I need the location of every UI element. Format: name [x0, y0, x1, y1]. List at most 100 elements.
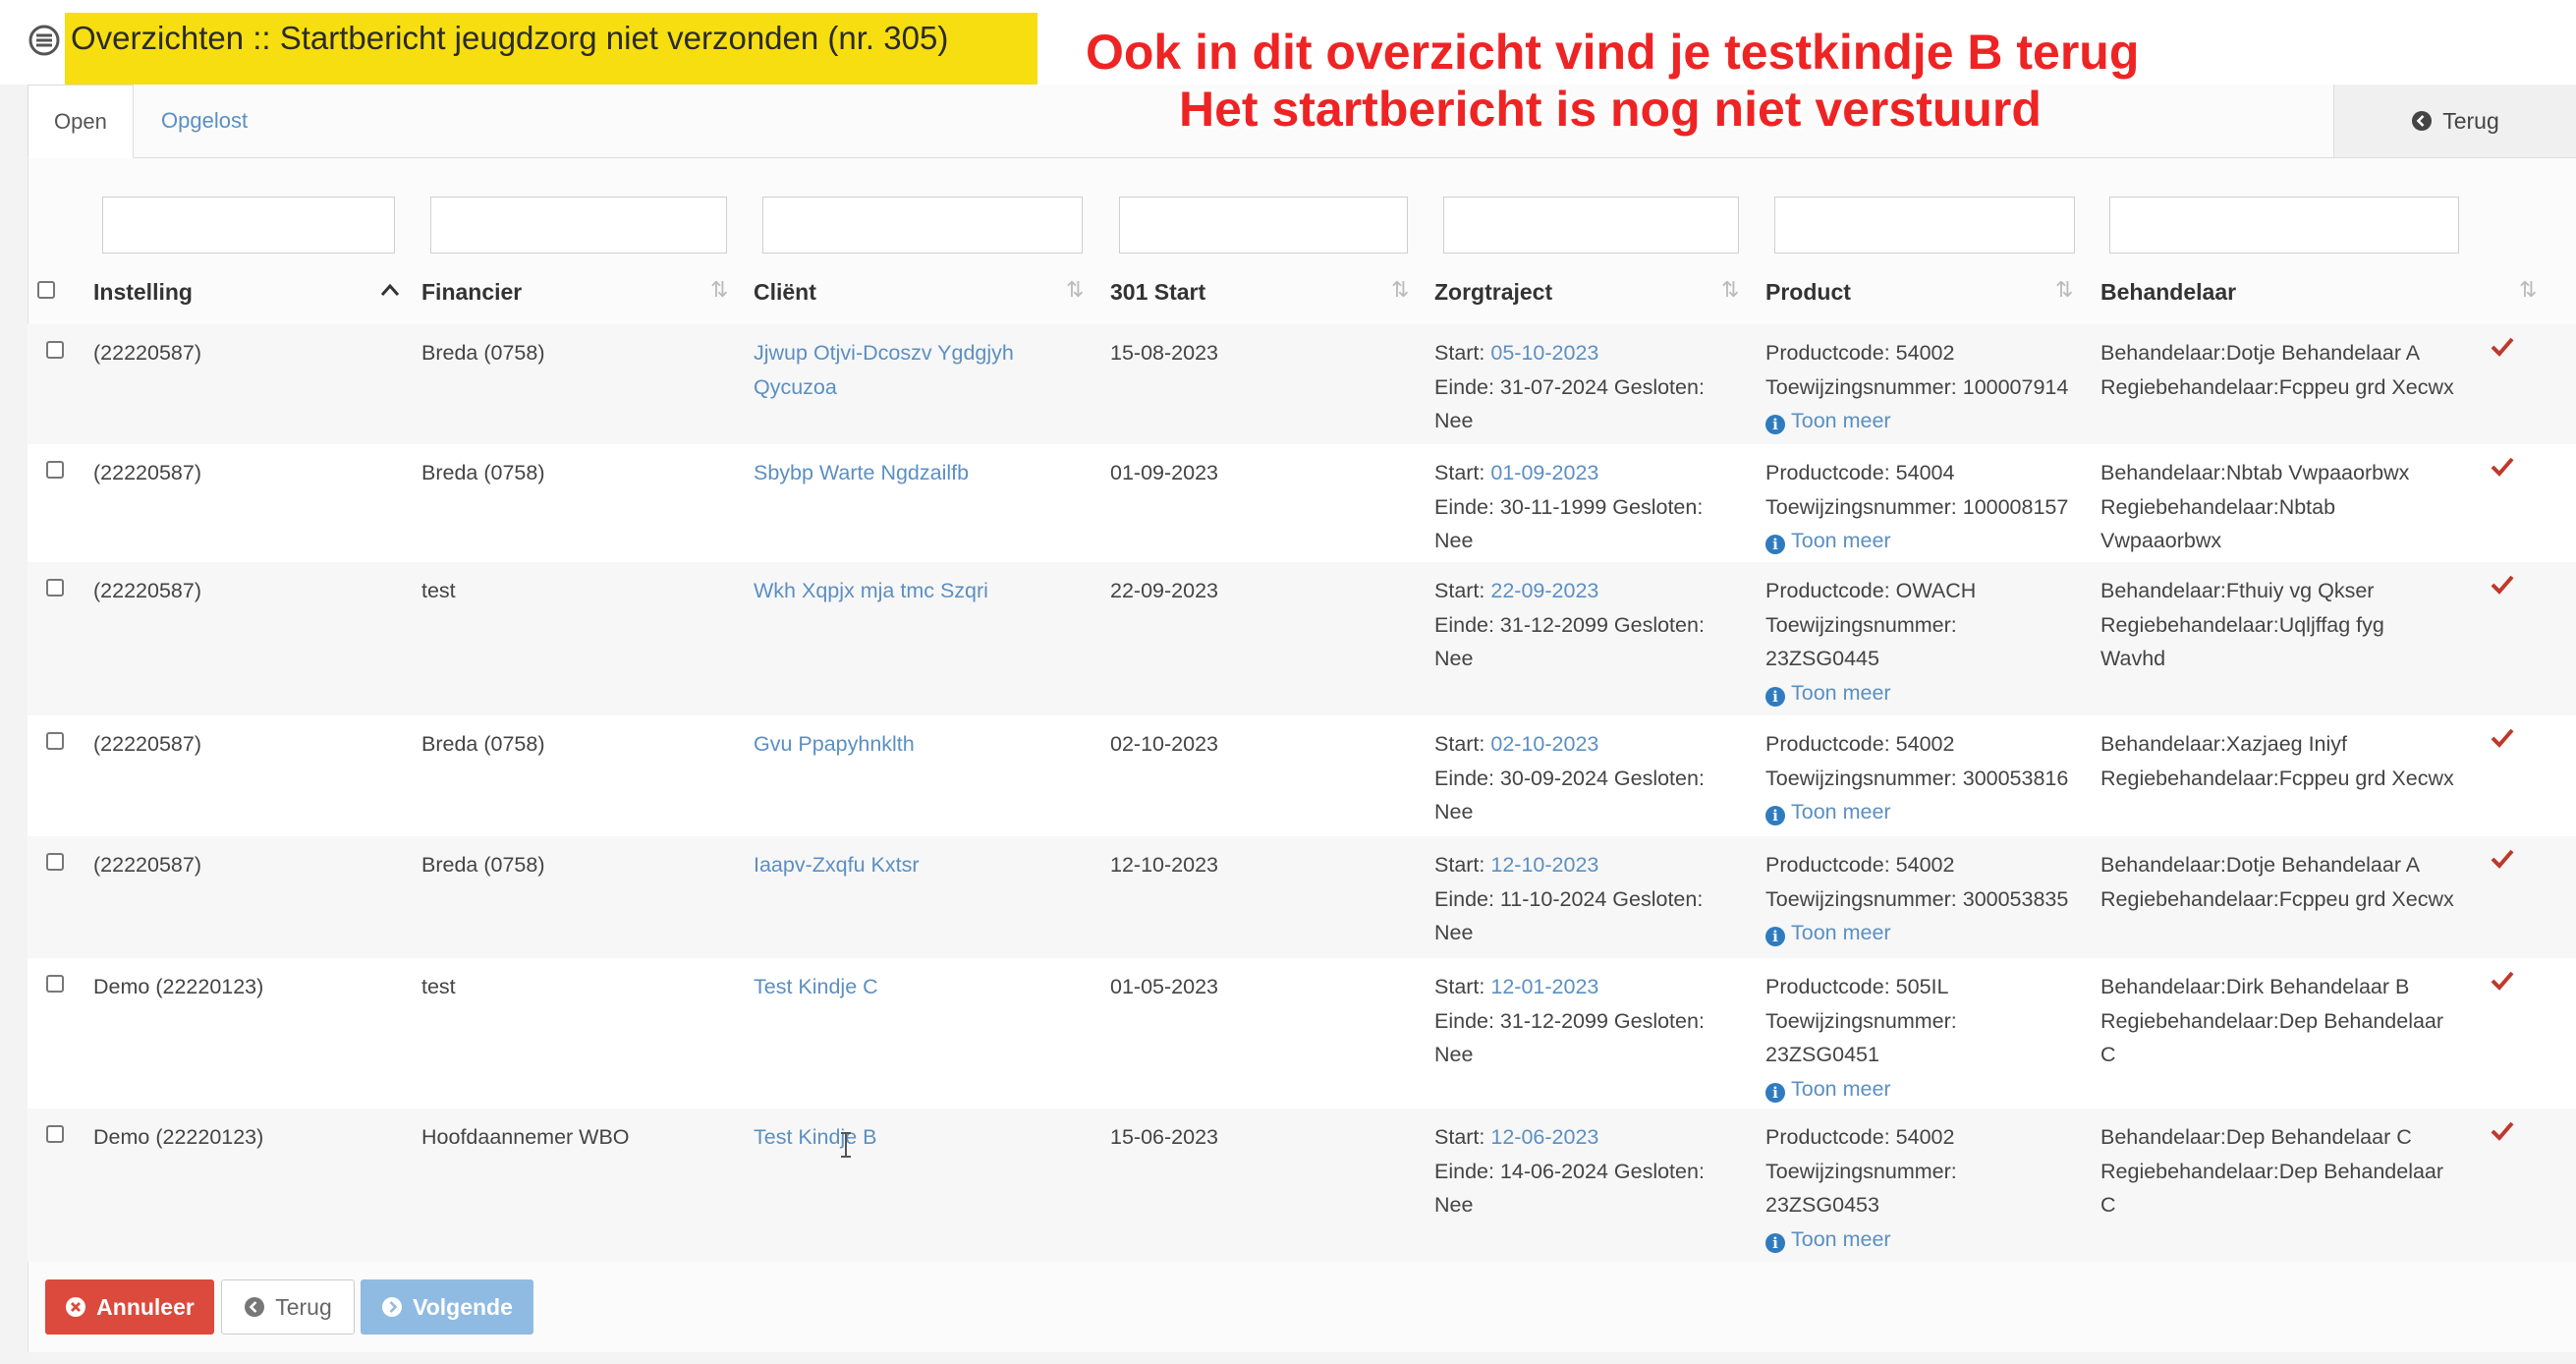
product-line: Productcode: 505IL	[1765, 975, 1949, 998]
cell-301-start: 15-06-2023	[1110, 1125, 1218, 1149]
col-301-start[interactable]: 301 Start	[1110, 279, 1205, 306]
product-line: Productcode: OWACH	[1765, 579, 1977, 602]
cell-client: Test Kindje C	[754, 970, 878, 1004]
info-icon: i	[1765, 1082, 1785, 1103]
cell-zorgtraject: Start: 12-06-2023 Einde: 14-06-2024 Geslo…	[1434, 1120, 1705, 1222]
toon-meer-link[interactable]: i Toon meer	[1765, 1072, 1957, 1107]
product-line: Productcode: 54004	[1765, 461, 1955, 484]
client-link-line[interactable]: Sbybp Warte Ngdzailfb	[754, 456, 969, 490]
sort-icon[interactable]: ⇅	[1391, 277, 1409, 303]
behandelaar-line: C	[2100, 1043, 2116, 1066]
toon-meer-link[interactable]: i Toon meer	[1765, 795, 2068, 829]
col-product[interactable]: Product	[1765, 279, 1851, 306]
table-row: Demo (22220123) test Test Kindje C 01-05-20…	[28, 958, 2576, 1108]
cell-behandelaar: Behandelaar:Dotje Behandelaar A Regiebeha…	[2100, 848, 2454, 916]
behandelaar-line: Behandelaar:Fthuiy vg Qkser	[2100, 579, 2375, 602]
zorg-gesloten-value: Nee	[1434, 409, 1474, 432]
sort-icon[interactable]: ⇅	[710, 277, 728, 303]
sort-icon[interactable]: ⇅	[1066, 277, 1084, 303]
check-icon[interactable]	[2488, 452, 2517, 482]
zorg-start-date-link[interactable]: 05-10-2023	[1490, 341, 1598, 365]
zorg-einde-line: Einde: 30-09-2024 Gesloten:	[1434, 766, 1705, 790]
client-link-line[interactable]: Iaapv-Zxqfu Kxtsr	[754, 848, 919, 882]
col-client[interactable]: Cliënt	[754, 279, 816, 306]
client-link-line[interactable]: Qycuzoa	[754, 370, 1014, 405]
col-instelling[interactable]: Instelling	[93, 279, 193, 306]
zorg-gesloten-value: Nee	[1434, 1193, 1474, 1217]
behandelaar-line: Behandelaar:Xazjaeg Iniyf	[2100, 732, 2348, 756]
filter-product[interactable]	[1774, 197, 2075, 254]
check-icon[interactable]	[2488, 332, 2517, 362]
behandelaar-line: Behandelaar:Dep Behandelaar C	[2100, 1125, 2412, 1149]
row-checkbox[interactable]	[46, 1125, 64, 1143]
check-icon[interactable]	[2488, 844, 2517, 874]
row-checkbox[interactable]	[46, 975, 64, 993]
toon-meer-link[interactable]: i Toon meer	[1765, 524, 2068, 558]
toon-meer-link[interactable]: i Toon meer	[1765, 916, 2068, 950]
zorg-start-date-link[interactable]: 01-09-2023	[1490, 461, 1598, 484]
cell-301-start: 01-09-2023	[1110, 461, 1218, 484]
check-icon[interactable]	[2488, 723, 2517, 753]
volgende-button[interactable]: Volgende	[361, 1279, 533, 1335]
back-circle-icon	[245, 1297, 265, 1317]
sort-asc-icon[interactable]	[379, 283, 401, 297]
product-line: Productcode: 54002	[1765, 341, 1955, 365]
filter-301-start[interactable]	[1119, 197, 1408, 254]
table-row: Demo (22220123) Hoofdaannemer WBO Test Kin…	[28, 1108, 2576, 1262]
zorg-start-date-link[interactable]: 12-01-2023	[1490, 975, 1598, 998]
filter-zorgtraject[interactable]	[1443, 197, 1739, 254]
sort-icon[interactable]: ⇅	[2055, 277, 2073, 303]
cell-301-start: 15-08-2023	[1110, 341, 1218, 365]
zorg-einde-line: Einde: 14-06-2024 Gesloten:	[1434, 1159, 1705, 1183]
toon-meer-link[interactable]: i Toon meer	[1765, 676, 1976, 710]
client-link-line[interactable]: Test Kindje C	[754, 970, 878, 1004]
row-checkbox[interactable]	[46, 853, 64, 871]
check-icon[interactable]	[2488, 1116, 2517, 1146]
terug-button[interactable]: Terug	[221, 1279, 355, 1335]
tab-opgelost[interactable]: Opgelost	[136, 85, 273, 157]
info-icon: i	[1765, 927, 1785, 946]
row-checkbox[interactable]	[46, 732, 64, 750]
toon-meer-label: Toon meer	[1791, 680, 1891, 705]
zorg-start-date-link[interactable]: 12-10-2023	[1490, 853, 1598, 877]
cell-behandelaar: Behandelaar:Dotje Behandelaar A Regiebeha…	[2100, 336, 2454, 404]
cell-zorgtraject: Start: 05-10-2023 Einde: 31-07-2024 Geslo…	[1434, 336, 1705, 438]
product-line: 23ZSG0453	[1765, 1193, 1879, 1217]
row-checkbox[interactable]	[46, 461, 64, 479]
col-financier[interactable]: Financier	[421, 279, 522, 306]
product-line: Toewijzingsnummer:	[1765, 1159, 1957, 1183]
filter-financier[interactable]	[430, 197, 727, 254]
check-icon[interactable]	[2488, 570, 2517, 599]
toon-meer-link[interactable]: i Toon meer	[1765, 1222, 1957, 1257]
toon-meer-link[interactable]: i Toon meer	[1765, 404, 2068, 438]
client-link-line[interactable]: Wkh Xqpjx mja tmc Szqri	[754, 574, 988, 608]
client-link-line[interactable]: Jjwup Otjvi-Dcoszv Ygdgjyh	[754, 336, 1014, 370]
sort-icon[interactable]: ⇅	[2519, 277, 2537, 303]
filter-instelling[interactable]	[102, 197, 395, 254]
behandelaar-line: Regiebehandelaar:Uqljffag fyg	[2100, 612, 2384, 637]
sort-icon[interactable]: ⇅	[1721, 277, 1739, 303]
zorg-start-date-link[interactable]: 02-10-2023	[1490, 732, 1598, 756]
tab-open[interactable]: Open	[28, 85, 134, 158]
cell-instelling: (22220587)	[93, 341, 201, 365]
check-icon[interactable]	[2488, 966, 2517, 995]
select-all-checkbox[interactable]	[37, 281, 55, 299]
behandelaar-line: Regiebehandelaar:Nbtab	[2100, 494, 2336, 519]
client-link-line[interactable]: Gvu Ppapyhnklth	[754, 727, 915, 762]
zorg-start-date-link[interactable]: 22-09-2023	[1490, 579, 1598, 602]
zorg-gesloten-value: Nee	[1434, 529, 1474, 552]
filter-behandelaar[interactable]	[2109, 197, 2459, 254]
filter-client[interactable]	[762, 197, 1083, 254]
client-link-line[interactable]: Test Kindje B	[754, 1120, 876, 1155]
zorg-gesloten-value: Nee	[1434, 800, 1474, 824]
table-row: (22220587) test Wkh Xqpjx mja tmc Szqri 22-…	[28, 562, 2576, 715]
zorg-start-date-link[interactable]: 12-06-2023	[1490, 1125, 1598, 1149]
annuleer-button[interactable]: Annuleer	[45, 1279, 214, 1335]
row-checkbox[interactable]	[46, 579, 64, 597]
col-behandelaar[interactable]: Behandelaar	[2100, 279, 2236, 306]
row-checkbox[interactable]	[46, 341, 64, 359]
col-zorgtraject[interactable]: Zorgtraject	[1434, 279, 1552, 306]
terug-top-button[interactable]: Terug	[2333, 85, 2576, 157]
behandelaar-line: Regiebehandelaar:Fcppeu grd Xecwx	[2100, 886, 2454, 911]
toon-meer-label: Toon meer	[1791, 1226, 1891, 1251]
